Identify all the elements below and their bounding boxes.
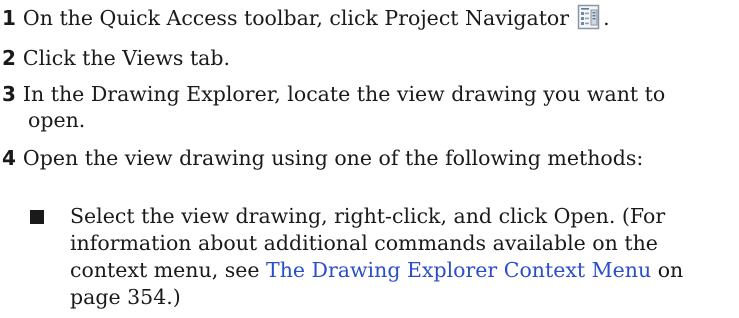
bullet-line-4: page 354.) [70,285,181,309]
step-text: Click the Views tab. [22,46,231,70]
step-3: 3 In the Drawing Explorer, locate the vie… [2,80,665,108]
step-number: 3 [2,82,16,106]
step-number: 4 [2,146,16,170]
step-4: 4 Open the view drawing using one of the … [2,144,643,172]
procedure-document: 1 On the Quick Access toolbar, click Proj… [0,0,739,318]
project-navigator-icon [577,4,601,30]
bullet-line-3-tail: on [651,258,684,282]
step-1-period: . [603,6,610,30]
step-text: On the Quick Access toolbar, click Proje… [22,6,570,30]
step-number: 1 [2,6,16,30]
step-1: 1 On the Quick Access toolbar, click Proj… [2,4,610,32]
bullet-line-2: information about additional commands av… [70,231,658,255]
drawing-explorer-context-menu-link[interactable]: The Drawing Explorer Context Menu [266,258,651,282]
bullet-line-1: Select the view drawing, right-click, an… [70,204,666,228]
bullet-marker [30,210,44,224]
bullet-line-3: context menu, see The Drawing Explorer C… [70,256,683,284]
step-2: 2 Click the Views tab. [2,44,230,72]
step-text: Open the view drawing using one of the f… [22,146,644,170]
step-text-line-1: In the Drawing Explorer, locate the view… [22,82,666,106]
bullet-line-3-text: context menu, see [70,258,267,282]
step-number: 2 [2,46,16,70]
step-3-continuation: open. [28,108,86,132]
